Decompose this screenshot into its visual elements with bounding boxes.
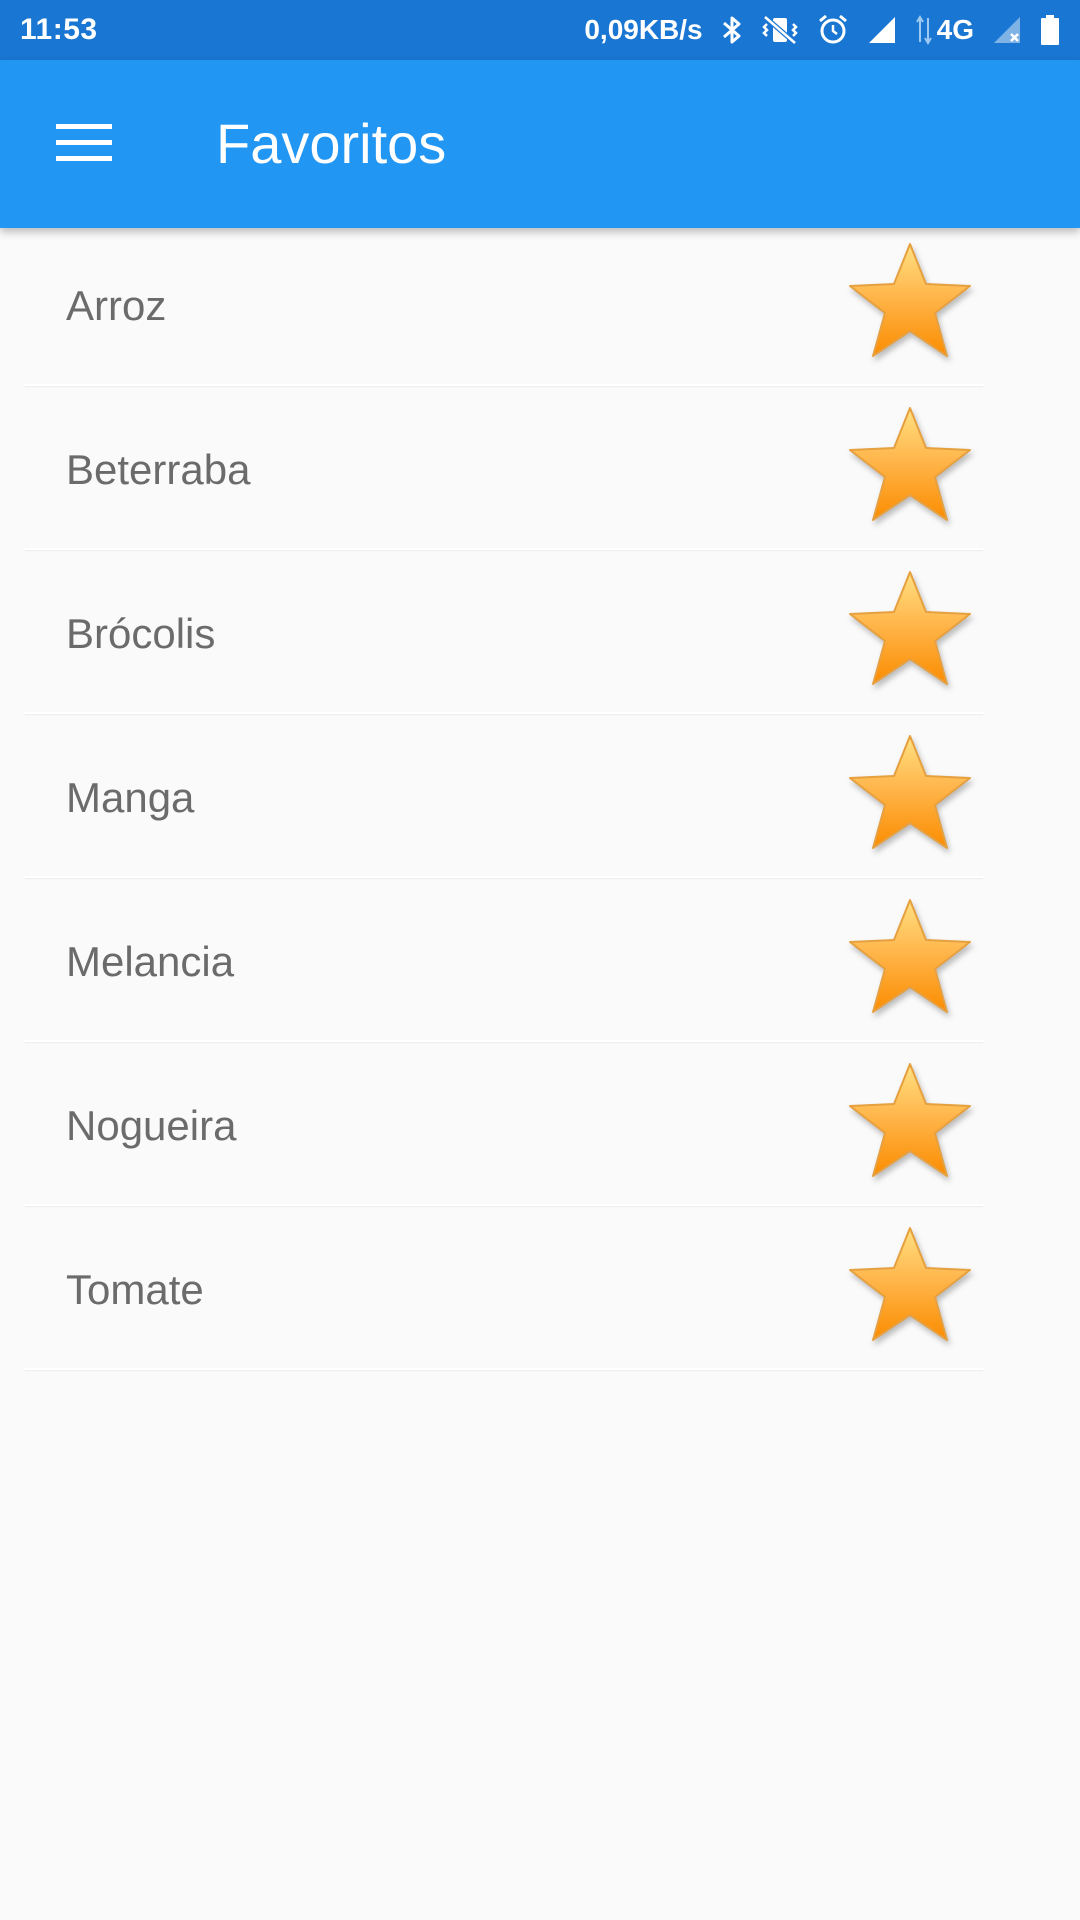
list-item[interactable]: Beterraba bbox=[24, 392, 984, 550]
list-item-label: Manga bbox=[66, 774, 195, 821]
star-icon[interactable] bbox=[840, 234, 980, 374]
network-speed: 0,09KB/s bbox=[584, 14, 703, 45]
status-icons: 0,09KB/s 4G bbox=[584, 10, 1060, 50]
star-icon[interactable] bbox=[840, 562, 980, 702]
bluetooth-icon bbox=[721, 10, 743, 50]
favorites-list: Arroz Beterraba Brócolis Manga Melancia … bbox=[24, 228, 984, 1376]
alarm-icon bbox=[817, 10, 849, 50]
vibrate-off-icon bbox=[761, 10, 799, 50]
list-item[interactable]: Tomate bbox=[24, 1212, 984, 1370]
star-icon[interactable] bbox=[840, 726, 980, 866]
list-item-label: Arroz bbox=[66, 282, 167, 329]
signal-icon bbox=[867, 10, 897, 50]
list-item[interactable]: Brócolis bbox=[24, 556, 984, 714]
status-bar: 11:53 0,09KB/s 4G bbox=[0, 0, 1080, 60]
list-item-label: Beterraba bbox=[66, 446, 251, 493]
status-time: 11:53 bbox=[20, 13, 98, 46]
signal-no-service-icon bbox=[992, 10, 1022, 50]
mobile-data-indicator: 4G bbox=[915, 10, 974, 50]
star-icon[interactable] bbox=[840, 1218, 980, 1358]
list-item[interactable]: Nogueira bbox=[24, 1048, 984, 1206]
app-bar: Favoritos bbox=[0, 60, 1080, 228]
data-arrows-icon bbox=[915, 10, 933, 50]
star-icon[interactable] bbox=[840, 1054, 980, 1194]
list-item[interactable]: Arroz bbox=[24, 228, 984, 386]
page-title: Favoritos bbox=[216, 112, 447, 175]
hamburger-menu-icon bbox=[56, 122, 112, 167]
menu-button[interactable] bbox=[34, 94, 134, 194]
star-icon[interactable] bbox=[840, 398, 980, 538]
screen: 11:53 0,09KB/s 4G Favoritos Arroz Beterr… bbox=[0, 0, 1080, 1920]
list-item[interactable]: Manga bbox=[24, 720, 984, 878]
list-item-label: Tomate bbox=[66, 1266, 204, 1313]
battery-icon bbox=[1040, 10, 1060, 50]
network-type-label: 4G bbox=[936, 14, 974, 45]
list-item-label: Nogueira bbox=[66, 1102, 237, 1149]
list-item-label: Brócolis bbox=[66, 610, 216, 657]
list-item-label: Melancia bbox=[66, 938, 235, 985]
list-item[interactable]: Melancia bbox=[24, 884, 984, 1042]
star-icon[interactable] bbox=[840, 890, 980, 1030]
